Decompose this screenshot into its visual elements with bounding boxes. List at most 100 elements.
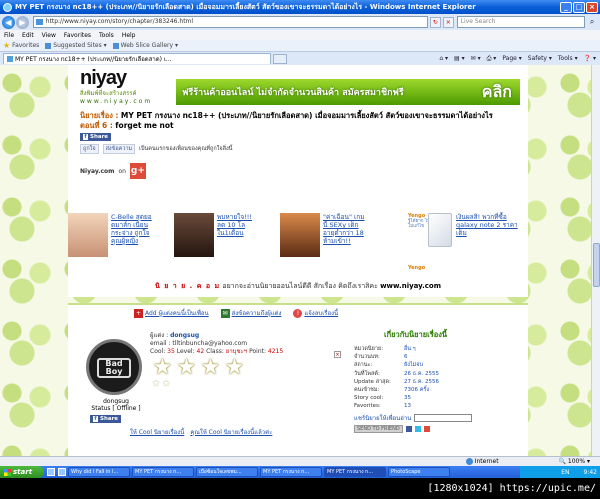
favorites-bar: ★ Favorites Suggested Sites ▾ Web Slice … [0, 40, 600, 52]
help-menu[interactable]: ❓ ▾ [584, 55, 596, 62]
menu-help[interactable]: Help [122, 32, 136, 39]
cool-value: 35 [167, 348, 175, 355]
ad-text: พบหายใจ!!! ลด 10 โล ใน1เดือน [217, 213, 252, 237]
print-button[interactable]: ⎙ ▾ [487, 55, 497, 63]
share-to-friend-row: แชร์นิยายให้เพื่อนอ่าน [354, 413, 524, 423]
url-field[interactable]: http://www.niyay.com/story/chapter/38324… [32, 16, 428, 28]
phone-image[interactable] [428, 213, 452, 247]
author-section: + Add ผู้แต่งคนนี้เป็นเพื่อน ✉ ส่งข้อควา… [68, 303, 528, 456]
author-name[interactable]: dongsug [170, 332, 199, 339]
message-author-button[interactable]: ✉ ส่งข้อความถึงผู้แต่ง [220, 308, 281, 318]
maximize-button[interactable]: □ [573, 1, 585, 13]
send-to-friend-button[interactable]: SEND TO FRIEND [354, 424, 403, 433]
give-cool-link[interactable]: ให้ Cool นิยายเรื่องนี้ [130, 427, 184, 437]
mail-button[interactable]: ✉ ▾ [471, 55, 481, 62]
cool-label: Cool: [150, 348, 166, 355]
clock[interactable]: 9:42 [584, 469, 597, 476]
close-icon[interactable]: × [334, 351, 341, 358]
tab-current[interactable]: MY PET กรงนาง nc18++ (ประเภท//นิยายรักเล… [3, 53, 271, 64]
friend-email-input[interactable] [414, 413, 473, 422]
add-friend-label: Add ผู้แต่งคนนี้เป็นเพื่อน [145, 310, 209, 317]
zoom-control[interactable]: 🔍 100% ▾ [559, 458, 590, 465]
chapter-label: ตอนที่ 6 : [80, 121, 113, 130]
gave-cool-link[interactable]: คุณให้ Cool นิยายเรื่องนี้แล้วค่ะ [190, 427, 272, 437]
logo-word: niyay [80, 67, 127, 89]
promo-click: คลิก [481, 81, 512, 101]
ad-item[interactable]: เงินผลสิ! พวกที่ซื้อ galaxy note 2 ราคาเ… [456, 213, 522, 259]
scrollbar-thumb[interactable] [593, 243, 600, 287]
ad-item[interactable]: พบหายใจ!!! ลด 10 โล ใน1เดือน [174, 213, 261, 259]
send-button[interactable]: ส่งข้อความ [102, 144, 136, 154]
tools-menu[interactable]: Tools ▾ [558, 55, 578, 62]
favorites-button[interactable]: ★ Favorites [3, 41, 39, 50]
avatar[interactable]: Bad Boy [86, 339, 142, 395]
add-friend-button[interactable]: + Add ผู้แต่งคนนี้เป็นเพื่อน [134, 308, 209, 318]
stats-key: วันที่โพสต์: [354, 370, 380, 377]
twitter-icon[interactable] [414, 425, 421, 432]
menu-favorites[interactable]: Favorites [64, 32, 91, 39]
stop-button[interactable]: × [442, 16, 454, 28]
rating-stars: ★ ★ ★ ★ [152, 355, 245, 380]
suggested-sites-link[interactable]: Suggested Sites ▾ [45, 42, 107, 49]
ad-text: C-Belle สุดยอดมาส์ก เนียนกระจ่าง ถูกใจคุ… [111, 213, 152, 245]
ad-item[interactable]: "ค่าเฉือน" เกมนี้ SEXy เด็กอายุต่ำกว่า 1… [280, 213, 367, 259]
menu-edit[interactable]: Edit [22, 32, 34, 39]
star-icon: ★ [200, 355, 221, 380]
google-icon[interactable] [423, 425, 430, 432]
page-menu[interactable]: Page ▾ [502, 55, 521, 62]
taskbar-item[interactable]: MY PET กรงนาง n... [132, 467, 194, 477]
page-icon [35, 19, 43, 25]
taskbar-item[interactable]: PhotoScape [388, 467, 450, 477]
taskbar-item[interactable]: MY PET กรงนาง n... [260, 467, 322, 477]
footer-domain[interactable]: www.niyay.com [380, 282, 441, 290]
web-slice-label: Web Slice Gallery ▾ [120, 42, 178, 49]
menu-tools[interactable]: Tools [99, 32, 114, 39]
star-icon: ★ [3, 41, 11, 50]
zone-label: Internet [474, 458, 499, 465]
menu-view[interactable]: View [42, 32, 56, 39]
send-row: SEND TO FRIEND [354, 424, 524, 433]
facebook-icon: f [83, 134, 88, 140]
menu-file[interactable]: File [4, 32, 14, 39]
stats-value: ยังไม่จบ [404, 362, 424, 369]
google-plus-icon[interactable]: g+ [129, 163, 146, 179]
web-slice-gallery-link[interactable]: Web Slice Gallery ▾ [112, 42, 178, 49]
url-text: http://www.niyay.com/story/chapter/38324… [45, 18, 194, 25]
facebook-share-button[interactable]: f Share [80, 133, 112, 141]
niyay-logo[interactable]: niyay สิ่งพิมพ์ที่จะสร้างสรรค์ www.niyay… [80, 67, 172, 107]
ad-item[interactable]: C-Belle สุดยอดมาส์ก เนียนกระจ่าง ถูกใจคุ… [68, 213, 155, 259]
ad-thumbnail [174, 213, 214, 257]
new-tab-button[interactable] [273, 53, 287, 64]
star-icon: ★ [224, 355, 245, 380]
facebook-icon[interactable] [405, 425, 412, 432]
taskbar-item[interactable]: Why did I Fall in l... [68, 467, 130, 477]
forward-button[interactable]: ▶ [15, 15, 29, 29]
feeds-button[interactable]: ▤ ▾ [454, 55, 465, 62]
search-icon[interactable]: ⌕ [586, 16, 598, 28]
promo-banner[interactable]: ฟรีร้านค้าออนไลน์ ไม่จำกัดจำนวนสินค้า สม… [176, 79, 520, 105]
taskbar-item[interactable]: MY PET กรงนาง n... [324, 467, 386, 477]
vertical-scrollbar[interactable] [591, 65, 600, 456]
home-button[interactable]: ⌂ ▾ [439, 55, 448, 62]
stats-value: 35 [404, 395, 411, 402]
report-button[interactable]: ! แจ้งลบเรื่องนี้ [293, 308, 338, 318]
stats-value: อื่น ๆ [404, 346, 416, 352]
close-button[interactable]: × [586, 1, 598, 13]
logo-tagline: สิ่งพิมพ์ที่จะสร้างสรรค์ [80, 90, 137, 97]
back-button[interactable]: ◀ [2, 15, 15, 29]
quicklaunch-icon[interactable] [58, 468, 66, 476]
facebook-share-button[interactable]: f Share [90, 415, 122, 423]
live-search-input[interactable]: Live Search [456, 16, 586, 28]
language-indicator[interactable]: EN [561, 469, 569, 476]
taskbar-item[interactable]: เบื่อ่ซ้อนใจเลขพม... [196, 467, 258, 477]
globe-icon [465, 458, 473, 465]
safety-menu[interactable]: Safety ▾ [528, 55, 552, 62]
site-icon [112, 42, 119, 49]
refresh-button[interactable]: ↻ [429, 16, 441, 28]
class-value: ยาบุชะฯ [225, 348, 248, 355]
on-word: on [118, 167, 126, 175]
minimize-button[interactable]: _ [560, 1, 572, 13]
quicklaunch-icon[interactable] [47, 468, 55, 476]
like-button[interactable]: ถูกใจ [80, 144, 99, 154]
start-button[interactable]: start [0, 466, 44, 478]
